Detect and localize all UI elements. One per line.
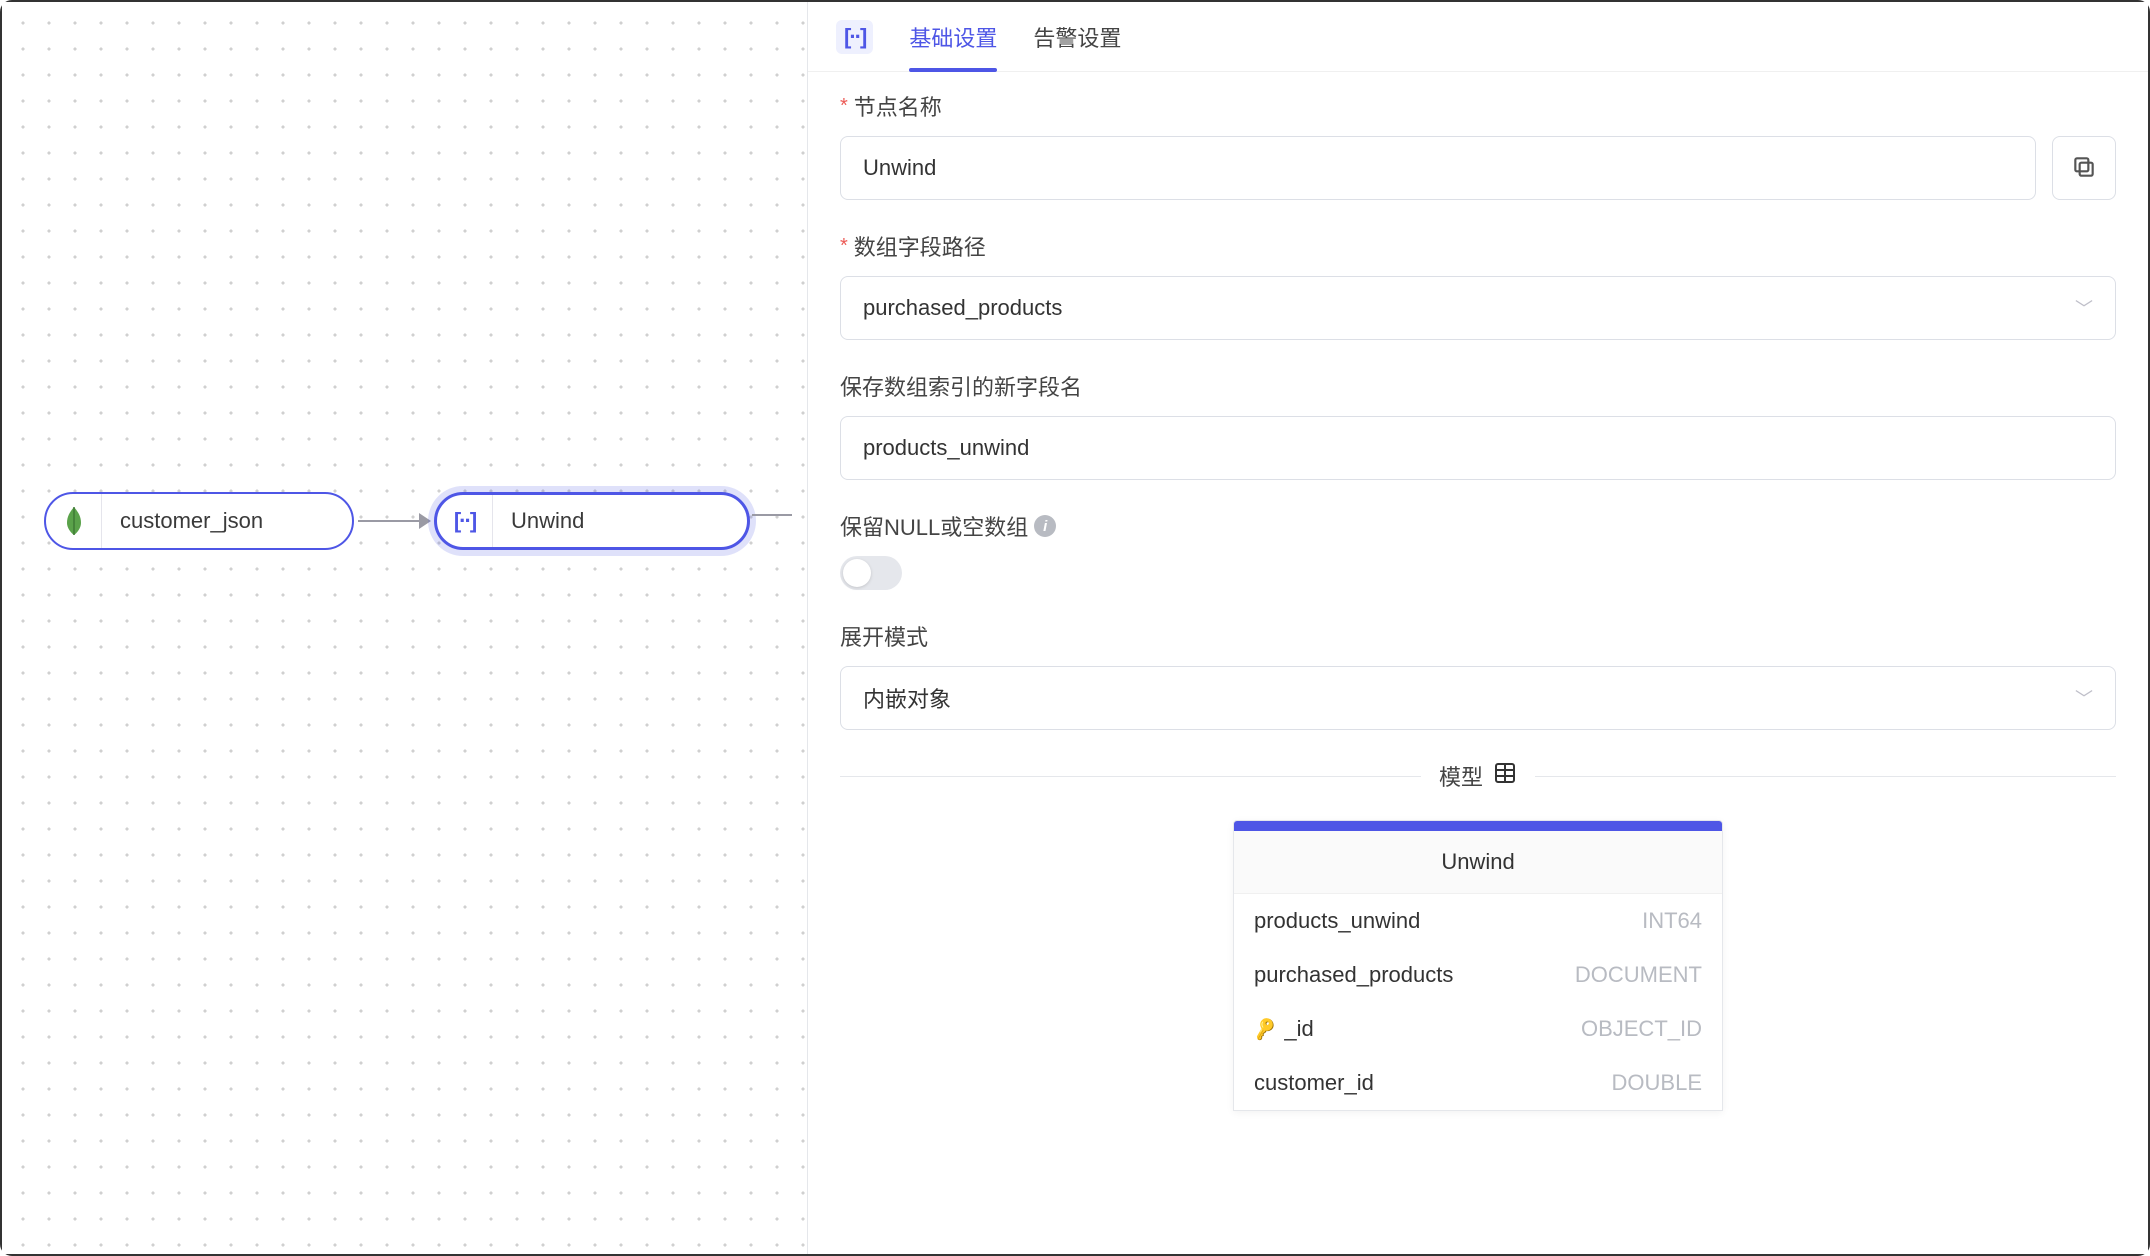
index-field-input[interactable] [863, 435, 2093, 461]
field-label-text: 展开模式 [840, 620, 928, 652]
settings-panel: [··] 基础设置 告警设置 * 节点名称 [807, 2, 2148, 1254]
model-field-row[interactable]: 🔑_id OBJECT_ID [1234, 1002, 1722, 1056]
grid-icon [1493, 761, 1517, 791]
field-label-text: 保留NULL或空数组 [840, 510, 1028, 542]
field-index-field: 保存数组索引的新字段名 [840, 370, 2116, 480]
model-field-type: DOCUMENT [1575, 962, 1702, 988]
divider-line [1535, 776, 2116, 777]
edge-line [358, 520, 428, 522]
select-value: 内嵌对象 [863, 682, 951, 714]
tab-alert-settings[interactable]: 告警设置 [1033, 2, 1121, 71]
model-field-type: INT64 [1642, 908, 1702, 934]
copy-button[interactable] [2052, 136, 2116, 200]
unwind-icon: [··] [836, 20, 873, 54]
divider-line [840, 776, 1421, 777]
model-section-divider: 模型 [840, 760, 2116, 792]
info-icon[interactable]: i [1034, 515, 1056, 537]
copy-icon [2071, 154, 2097, 183]
field-expand-mode: 展开模式 内嵌对象 ﹀ [840, 620, 2116, 730]
model-field-name: 🔑_id [1254, 1016, 1314, 1042]
field-array-path: * 数组字段路径 purchased_products ﹀ [840, 230, 2116, 340]
node-label: customer_json [102, 508, 291, 534]
model-field-row[interactable]: purchased_products DOCUMENT [1234, 948, 1722, 1002]
key-icon: 🔑 [1252, 1016, 1279, 1042]
form-area: * 节点名称 * 数组字段路 [808, 72, 2148, 1254]
tab-label: 基础设置 [909, 21, 997, 53]
array-path-select[interactable]: purchased_products ﹀ [840, 276, 2116, 340]
chevron-down-icon: ﹀ [2075, 685, 2093, 711]
tab-basic-settings[interactable]: 基础设置 [909, 2, 997, 71]
tab-label: 告警设置 [1033, 21, 1121, 53]
model-section-label: 模型 [1439, 760, 1483, 792]
expand-mode-select[interactable]: 内嵌对象 ﹀ [840, 666, 2116, 730]
mongodb-icon [46, 494, 102, 548]
preserve-null-toggle[interactable] [840, 556, 902, 590]
model-field-row[interactable]: customer_id DOUBLE [1234, 1056, 1722, 1110]
model-card-title: Unwind [1234, 831, 1722, 894]
node-label: Unwind [493, 508, 612, 534]
model-field-row[interactable]: products_unwind INT64 [1234, 894, 1722, 948]
model-field-type: OBJECT_ID [1581, 1016, 1702, 1042]
required-indicator: * [840, 235, 848, 258]
edge-arrow-icon [419, 513, 431, 529]
field-label-text: 保存数组索引的新字段名 [840, 370, 1082, 402]
model-card-topbar [1234, 821, 1722, 831]
node-name-input-wrap [840, 136, 2036, 200]
model-field-type: DOUBLE [1612, 1070, 1702, 1096]
field-label-text: 节点名称 [854, 90, 942, 122]
node-name-input[interactable] [863, 155, 2013, 181]
flow-canvas[interactable]: customer_json [··] Unwind [2, 2, 807, 1254]
node-unwind[interactable]: [··] Unwind [434, 492, 750, 550]
node-customer-json[interactable]: customer_json [44, 492, 354, 550]
field-preserve-null: 保留NULL或空数组 i [840, 510, 2116, 590]
chevron-down-icon: ﹀ [2075, 295, 2093, 321]
unwind-icon: [··] [437, 495, 493, 547]
model-field-name: purchased_products [1254, 962, 1453, 988]
node-output-port[interactable] [752, 514, 792, 516]
model-field-name: customer_id [1254, 1070, 1374, 1096]
model-card: Unwind products_unwind INT64 purchased_pro… [1233, 820, 1723, 1111]
field-label-text: 数组字段路径 [854, 230, 986, 262]
field-node-name: * 节点名称 [840, 90, 2116, 200]
model-field-name: products_unwind [1254, 908, 1420, 934]
index-field-input-wrap [840, 416, 2116, 480]
select-value: purchased_products [863, 295, 1062, 321]
tabs-bar: [··] 基础设置 告警设置 [808, 2, 2148, 72]
required-indicator: * [840, 95, 848, 118]
